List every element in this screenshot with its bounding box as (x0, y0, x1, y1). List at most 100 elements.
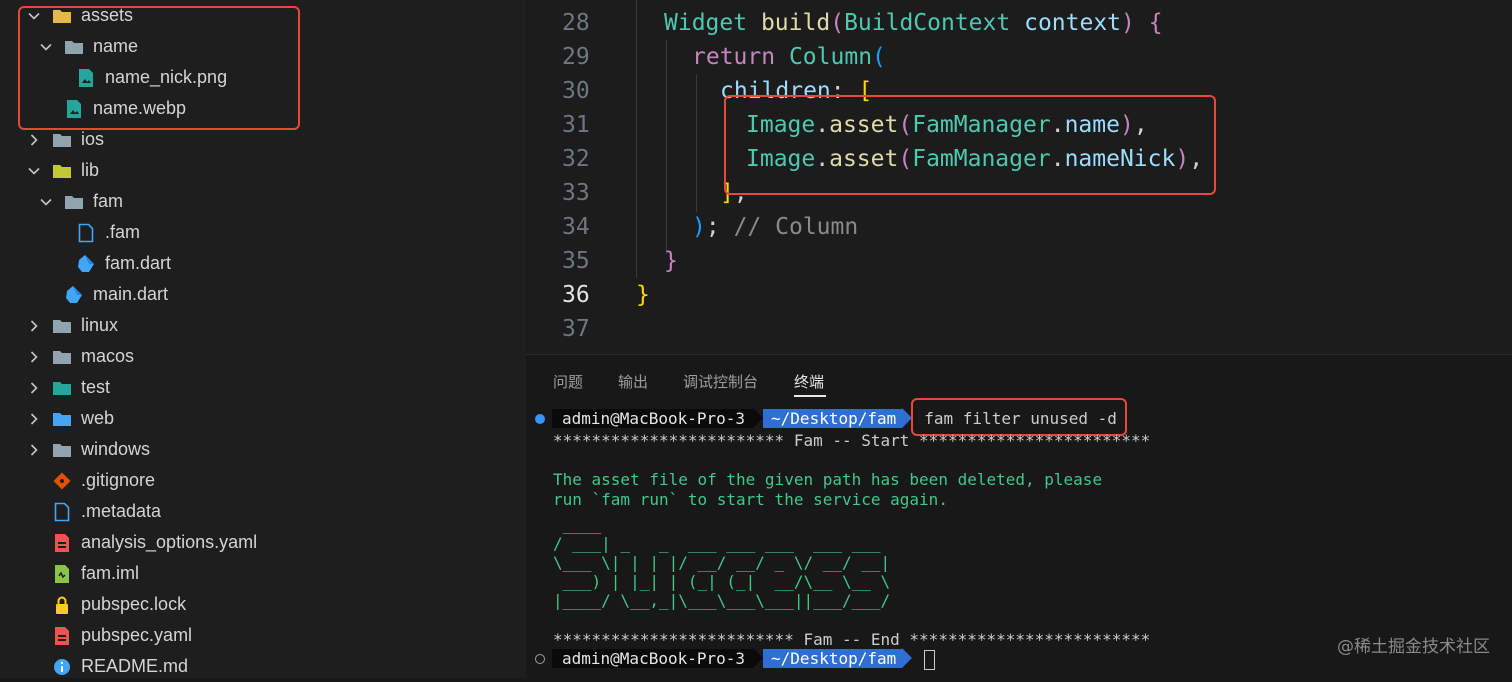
tree-item-label: main.dart (93, 284, 169, 304)
chevron-right-icon[interactable] (26, 380, 42, 396)
code-line-35[interactable]: } (664, 244, 678, 278)
tree-item-label: pubspec.yaml (81, 625, 193, 645)
code-editor[interactable]: 28 29 30 31 32 33 34 35 36 37 Widget build(BuildC… (526, 0, 1512, 354)
folder-icon (64, 192, 84, 212)
tree-folder-linux[interactable]: linux (26, 310, 118, 341)
prompt-user: admin@MacBook-Pro-3 (552, 409, 754, 428)
bottom-panel: 问题 输出 调试控制台 终端 admin@MacBook-Pro-3 ~/Desk… (526, 354, 1512, 679)
tree-folder-fam[interactable]: fam (38, 186, 123, 217)
tree-file-main-dart[interactable]: main.dart (38, 279, 168, 310)
tab-terminal[interactable]: 终端 (794, 371, 824, 392)
tree-file-pubspec-lock[interactable]: pubspec.lock (26, 589, 186, 620)
line-number: 36 (562, 282, 590, 308)
tree-item-label: .fam (105, 222, 141, 242)
tree-file-fam[interactable]: .fam (50, 217, 140, 248)
line-number: 29 (562, 44, 590, 70)
code-line-31[interactable]: Image.asset(FamManager.name), (746, 108, 1148, 142)
end-banner: ************************* Fam -- End ***… (553, 630, 1151, 649)
tree-file-fam-dart[interactable]: fam.dart (50, 248, 171, 279)
code-line-30[interactable]: children: [ (720, 74, 872, 108)
chevron-right-icon[interactable] (26, 442, 42, 458)
ios-folder-icon (52, 130, 72, 150)
prompt-separator (902, 648, 913, 668)
tree-file-pubspec-yaml[interactable]: pubspec.yaml (26, 620, 192, 651)
result-message-line-2: run `fam run` to start the service again… (553, 490, 948, 509)
prompt-line-2[interactable]: admin@MacBook-Pro-3 ~/Desktop/fam (552, 648, 936, 670)
code-line-29[interactable]: return Column( (692, 40, 886, 74)
tree-folder-macos[interactable]: macos (26, 341, 134, 372)
tree-item-label: .metadata (81, 501, 162, 521)
web-folder-icon (52, 409, 72, 429)
tree-file-name-nick-png[interactable]: name_nick.png (50, 62, 227, 93)
tree-folder-windows[interactable]: windows (26, 434, 150, 465)
tree-file-name-webp[interactable]: name.webp (38, 93, 186, 124)
tree-file-metadata[interactable]: .metadata (26, 496, 161, 527)
test-folder-icon (52, 378, 72, 398)
image-file-icon (76, 68, 96, 88)
prompt-idle-dot (535, 654, 545, 664)
yaml-file-icon (52, 626, 72, 646)
start-banner: ************************ Fam -- Start **… (553, 431, 1151, 450)
success-ascii-art: ____ / ___| _ _ ___ ___ ___ ___ ___ \___… (553, 515, 891, 610)
chevron-right-icon[interactable] (26, 349, 42, 365)
tree-folder-lib[interactable]: lib (26, 155, 99, 186)
chevron-down-icon[interactable] (26, 163, 42, 179)
tree-folder-assets[interactable]: assets (26, 0, 133, 31)
chevron-down-icon[interactable] (26, 8, 42, 24)
tree-file-readme-md[interactable]: README.md (26, 651, 188, 682)
folder-icon (64, 37, 84, 57)
chevron-right-icon[interactable] (26, 132, 42, 148)
tree-folder-web[interactable]: web (26, 403, 114, 434)
chevron-down-icon[interactable] (38, 39, 54, 55)
prompt-separator (753, 408, 764, 428)
chevron-right-icon[interactable] (26, 411, 42, 427)
tree-item-label: name (93, 36, 139, 56)
active-tab-indicator (794, 395, 826, 397)
chevron-down-icon[interactable] (38, 194, 54, 210)
tree-item-label: .gitignore (81, 470, 156, 490)
tree-item-label: linux (81, 315, 119, 335)
code-line-36[interactable]: } (636, 278, 650, 312)
prompt-separator (753, 648, 764, 668)
tab-debug-console[interactable]: 调试控制台 (683, 371, 758, 392)
git-icon (52, 471, 72, 491)
tree-item-label: macos (81, 346, 135, 366)
indent-guide (696, 74, 697, 212)
tab-problems[interactable]: 问题 (553, 371, 583, 392)
tree-item-label: README.md (81, 656, 189, 676)
line-number: 37 (562, 316, 590, 342)
terminal-command: fam filter unused -d (924, 409, 1117, 428)
chevron-right-icon[interactable] (26, 318, 42, 334)
tree-file-gitignore[interactable]: .gitignore (26, 465, 155, 496)
code-line-34[interactable]: ); // Column (692, 210, 858, 244)
tab-output[interactable]: 输出 (618, 371, 648, 392)
terminal-cursor (924, 649, 936, 670)
tree-folder-ios[interactable]: ios (26, 124, 104, 155)
watermark: @稀土掘金技术社区 (1337, 637, 1490, 657)
tree-folder-test[interactable]: test (26, 372, 110, 403)
lock-icon (52, 595, 72, 615)
code-line-32[interactable]: Image.asset(FamManager.nameNick), (746, 142, 1203, 176)
code-line-28[interactable]: Widget build(BuildContext context) { (664, 6, 1163, 40)
info-icon (52, 657, 72, 677)
tree-file-analysis-options-yaml[interactable]: analysis_options.yaml (26, 527, 257, 558)
indent-guide (724, 108, 725, 180)
assets-folder-icon (52, 6, 72, 26)
tree-item-label: web (81, 408, 115, 428)
code-line-33[interactable]: ], (720, 176, 748, 210)
tree-file-fam-iml[interactable]: fam.iml (26, 558, 139, 589)
indent-guide (666, 40, 667, 254)
tree-folder-name[interactable]: name (38, 31, 138, 62)
lib-folder-icon (52, 161, 72, 181)
tree-item-label: assets (81, 5, 134, 25)
file-explorer: assets name name_nick.png name.webp ios lib fa… (0, 0, 526, 678)
